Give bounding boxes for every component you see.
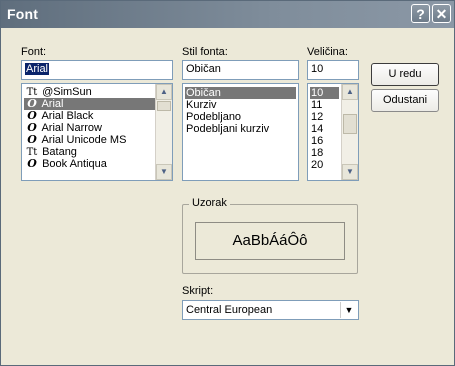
font-label: Font: bbox=[21, 46, 47, 58]
font-name-value: Arial bbox=[25, 63, 50, 75]
font-name-input[interactable]: Arial bbox=[21, 60, 173, 80]
script-select[interactable]: Central European ▼ bbox=[182, 300, 359, 320]
list-item[interactable]: 14 bbox=[310, 123, 323, 135]
font-style-input[interactable]: Običan bbox=[182, 60, 299, 80]
font-list[interactable]: Tt @SimSun O Arial O Arial Black O Arial… bbox=[21, 83, 173, 181]
script-label: Skript: bbox=[182, 285, 214, 297]
close-icon: ✕ bbox=[435, 6, 448, 22]
scroll-up-button[interactable]: ▲ bbox=[156, 84, 172, 100]
font-dialog: Font ? ✕ Font: Arial Tt @SimSun O Arial … bbox=[0, 0, 455, 366]
title-bar[interactable]: Font ? ✕ bbox=[1, 1, 454, 28]
font-size-input[interactable]: 10 bbox=[307, 60, 359, 80]
list-item[interactable]: Tt @SimSun bbox=[24, 86, 157, 98]
list-item[interactable]: O Arial Black bbox=[24, 110, 157, 123]
sample-group: Uzorak AaBbÁáÔô bbox=[182, 197, 358, 274]
scroll-down-button[interactable]: ▼ bbox=[156, 164, 172, 180]
opentype-icon: O bbox=[27, 133, 37, 146]
chevron-down-icon: ▼ bbox=[160, 167, 168, 176]
close-button[interactable]: ✕ bbox=[432, 4, 451, 23]
font-size-list[interactable]: 10 11 12 14 16 18 20 ▲ ▼ bbox=[307, 83, 359, 181]
font-list-scrollbar[interactable]: ▲ ▼ bbox=[155, 84, 172, 180]
script-value: Central European bbox=[186, 304, 273, 316]
list-item[interactable]: O Arial Unicode MS bbox=[24, 133, 157, 147]
list-item[interactable]: Tt Batang bbox=[24, 146, 157, 158]
list-item[interactable]: 12 bbox=[310, 111, 323, 123]
help-button[interactable]: ? bbox=[411, 4, 430, 23]
list-item[interactable]: 11 bbox=[310, 99, 322, 111]
scroll-down-button[interactable]: ▼ bbox=[342, 164, 358, 180]
chevron-down-icon: ▼ bbox=[344, 305, 354, 315]
sample-preview: AaBbÁáÔô bbox=[195, 222, 345, 260]
scroll-thumb[interactable] bbox=[157, 101, 171, 111]
list-item[interactable]: Podebljani kurziv bbox=[185, 123, 269, 135]
list-item[interactable]: O Arial Narrow bbox=[24, 122, 157, 135]
list-item[interactable]: Podebljano bbox=[185, 111, 241, 123]
opentype-icon: O bbox=[27, 157, 37, 170]
font-style-label: Stil fonta: bbox=[182, 46, 228, 58]
list-item[interactable]: O Arial bbox=[24, 98, 155, 110]
list-item[interactable]: Običan bbox=[185, 87, 296, 99]
list-item[interactable]: 16 bbox=[310, 135, 323, 147]
sample-label: Uzorak bbox=[189, 197, 230, 209]
list-item[interactable]: Kurziv bbox=[185, 99, 217, 111]
chevron-down-icon: ▼ bbox=[346, 167, 354, 176]
list-item[interactable]: O Book Antiqua bbox=[24, 157, 157, 171]
scroll-up-button[interactable]: ▲ bbox=[342, 84, 358, 100]
chevron-up-icon: ▲ bbox=[160, 87, 168, 96]
dropdown-button[interactable]: ▼ bbox=[340, 302, 357, 318]
chevron-up-icon: ▲ bbox=[346, 87, 354, 96]
dialog-title: Font bbox=[7, 6, 39, 22]
list-item[interactable]: 20 bbox=[310, 159, 323, 171]
font-size-scrollbar[interactable]: ▲ ▼ bbox=[341, 84, 358, 180]
help-icon: ? bbox=[416, 6, 425, 22]
font-size-label: Veličina: bbox=[307, 46, 348, 58]
cancel-button[interactable]: Odustani bbox=[371, 89, 439, 112]
font-style-list[interactable]: Običan Kurziv Podebljano Podebljani kurz… bbox=[182, 83, 299, 181]
list-item[interactable]: 18 bbox=[310, 147, 323, 159]
list-item[interactable]: 10 bbox=[310, 87, 339, 99]
scroll-thumb[interactable] bbox=[343, 114, 357, 134]
ok-button[interactable]: U redu bbox=[371, 63, 439, 86]
